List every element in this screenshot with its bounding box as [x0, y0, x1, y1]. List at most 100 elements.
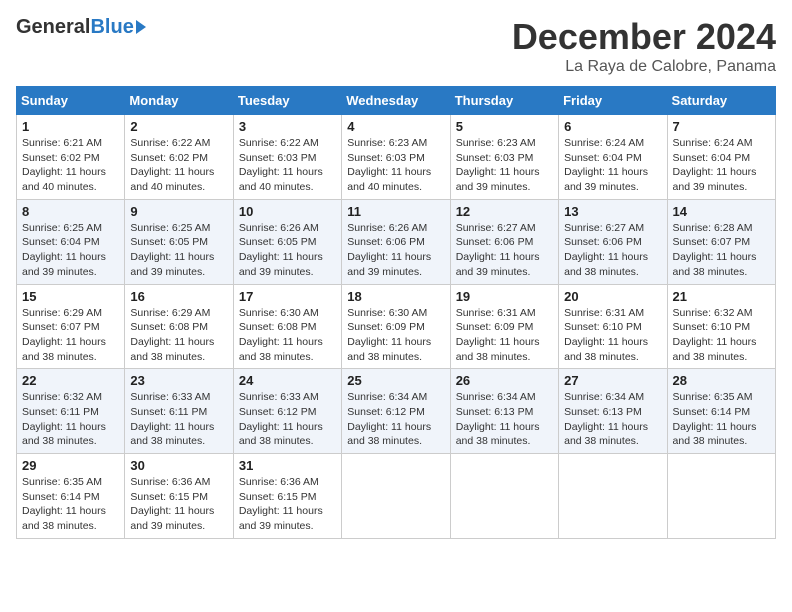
- day-number: 19: [456, 289, 553, 304]
- day-number: 8: [22, 204, 119, 219]
- day-info: Sunrise: 6:25 AMSunset: 6:05 PMDaylight:…: [130, 222, 214, 278]
- day-info: Sunrise: 6:36 AMSunset: 6:15 PMDaylight:…: [130, 476, 214, 532]
- day-number: 23: [130, 373, 227, 388]
- day-cell: 21 Sunrise: 6:32 AMSunset: 6:10 PMDaylig…: [667, 284, 775, 369]
- day-cell: 16 Sunrise: 6:29 AMSunset: 6:08 PMDaylig…: [125, 284, 233, 369]
- day-number: 12: [456, 204, 553, 219]
- day-info: Sunrise: 6:22 AMSunset: 6:02 PMDaylight:…: [130, 137, 214, 193]
- day-info: Sunrise: 6:25 AMSunset: 6:04 PMDaylight:…: [22, 222, 106, 278]
- day-number: 17: [239, 289, 336, 304]
- logo: General Blue: [16, 16, 146, 39]
- day-info: Sunrise: 6:27 AMSunset: 6:06 PMDaylight:…: [456, 222, 540, 278]
- day-cell: 27 Sunrise: 6:34 AMSunset: 6:13 PMDaylig…: [559, 369, 667, 454]
- day-number: 18: [347, 289, 444, 304]
- day-info: Sunrise: 6:34 AMSunset: 6:12 PMDaylight:…: [347, 391, 431, 447]
- day-number: 13: [564, 204, 661, 219]
- day-info: Sunrise: 6:32 AMSunset: 6:11 PMDaylight:…: [22, 391, 106, 447]
- day-info: Sunrise: 6:29 AMSunset: 6:08 PMDaylight:…: [130, 307, 214, 363]
- day-number: 6: [564, 119, 661, 134]
- day-number: 4: [347, 119, 444, 134]
- day-info: Sunrise: 6:31 AMSunset: 6:09 PMDaylight:…: [456, 307, 540, 363]
- day-number: 5: [456, 119, 553, 134]
- day-number: 22: [22, 373, 119, 388]
- day-info: Sunrise: 6:30 AMSunset: 6:09 PMDaylight:…: [347, 307, 431, 363]
- day-number: 9: [130, 204, 227, 219]
- day-cell: 9 Sunrise: 6:25 AMSunset: 6:05 PMDayligh…: [125, 199, 233, 284]
- day-info: Sunrise: 6:21 AMSunset: 6:02 PMDaylight:…: [22, 137, 106, 193]
- day-cell: 26 Sunrise: 6:34 AMSunset: 6:13 PMDaylig…: [450, 369, 558, 454]
- day-cell: [342, 454, 450, 539]
- header-cell-tuesday: Tuesday: [233, 87, 341, 115]
- day-info: Sunrise: 6:23 AMSunset: 6:03 PMDaylight:…: [347, 137, 431, 193]
- calendar-header: SundayMondayTuesdayWednesdayThursdayFrid…: [17, 87, 776, 115]
- day-info: Sunrise: 6:31 AMSunset: 6:10 PMDaylight:…: [564, 307, 648, 363]
- day-info: Sunrise: 6:33 AMSunset: 6:12 PMDaylight:…: [239, 391, 323, 447]
- day-number: 14: [673, 204, 770, 219]
- location: La Raya de Calobre, Panama: [512, 58, 776, 76]
- day-cell: 2 Sunrise: 6:22 AMSunset: 6:02 PMDayligh…: [125, 115, 233, 200]
- day-info: Sunrise: 6:30 AMSunset: 6:08 PMDaylight:…: [239, 307, 323, 363]
- day-number: 29: [22, 458, 119, 473]
- day-cell: 29 Sunrise: 6:35 AMSunset: 6:14 PMDaylig…: [17, 454, 125, 539]
- month-title: December 2024: [512, 16, 776, 58]
- day-cell: 13 Sunrise: 6:27 AMSunset: 6:06 PMDaylig…: [559, 199, 667, 284]
- day-info: Sunrise: 6:33 AMSunset: 6:11 PMDaylight:…: [130, 391, 214, 447]
- header-cell-thursday: Thursday: [450, 87, 558, 115]
- day-info: Sunrise: 6:32 AMSunset: 6:10 PMDaylight:…: [673, 307, 757, 363]
- day-number: 20: [564, 289, 661, 304]
- day-cell: 1 Sunrise: 6:21 AMSunset: 6:02 PMDayligh…: [17, 115, 125, 200]
- header-cell-friday: Friday: [559, 87, 667, 115]
- day-info: Sunrise: 6:26 AMSunset: 6:05 PMDaylight:…: [239, 222, 323, 278]
- week-row-4: 22 Sunrise: 6:32 AMSunset: 6:11 PMDaylig…: [17, 369, 776, 454]
- day-number: 2: [130, 119, 227, 134]
- day-cell: [667, 454, 775, 539]
- day-number: 26: [456, 373, 553, 388]
- day-cell: 5 Sunrise: 6:23 AMSunset: 6:03 PMDayligh…: [450, 115, 558, 200]
- logo-blue: Blue: [90, 16, 133, 39]
- day-cell: 19 Sunrise: 6:31 AMSunset: 6:09 PMDaylig…: [450, 284, 558, 369]
- day-cell: 11 Sunrise: 6:26 AMSunset: 6:06 PMDaylig…: [342, 199, 450, 284]
- day-number: 21: [673, 289, 770, 304]
- week-row-1: 1 Sunrise: 6:21 AMSunset: 6:02 PMDayligh…: [17, 115, 776, 200]
- day-info: Sunrise: 6:34 AMSunset: 6:13 PMDaylight:…: [456, 391, 540, 447]
- day-cell: 8 Sunrise: 6:25 AMSunset: 6:04 PMDayligh…: [17, 199, 125, 284]
- day-number: 16: [130, 289, 227, 304]
- week-row-5: 29 Sunrise: 6:35 AMSunset: 6:14 PMDaylig…: [17, 454, 776, 539]
- day-cell: 4 Sunrise: 6:23 AMSunset: 6:03 PMDayligh…: [342, 115, 450, 200]
- day-cell: 17 Sunrise: 6:30 AMSunset: 6:08 PMDaylig…: [233, 284, 341, 369]
- day-info: Sunrise: 6:35 AMSunset: 6:14 PMDaylight:…: [673, 391, 757, 447]
- day-number: 3: [239, 119, 336, 134]
- day-cell: [559, 454, 667, 539]
- day-cell: 23 Sunrise: 6:33 AMSunset: 6:11 PMDaylig…: [125, 369, 233, 454]
- header-cell-saturday: Saturday: [667, 87, 775, 115]
- logo-general: General: [16, 16, 90, 39]
- day-cell: 28 Sunrise: 6:35 AMSunset: 6:14 PMDaylig…: [667, 369, 775, 454]
- day-info: Sunrise: 6:22 AMSunset: 6:03 PMDaylight:…: [239, 137, 323, 193]
- day-cell: 15 Sunrise: 6:29 AMSunset: 6:07 PMDaylig…: [17, 284, 125, 369]
- day-info: Sunrise: 6:29 AMSunset: 6:07 PMDaylight:…: [22, 307, 106, 363]
- day-info: Sunrise: 6:27 AMSunset: 6:06 PMDaylight:…: [564, 222, 648, 278]
- header-cell-wednesday: Wednesday: [342, 87, 450, 115]
- day-info: Sunrise: 6:24 AMSunset: 6:04 PMDaylight:…: [564, 137, 648, 193]
- calendar-table: SundayMondayTuesdayWednesdayThursdayFrid…: [16, 86, 776, 539]
- day-info: Sunrise: 6:36 AMSunset: 6:15 PMDaylight:…: [239, 476, 323, 532]
- day-number: 10: [239, 204, 336, 219]
- day-cell: 20 Sunrise: 6:31 AMSunset: 6:10 PMDaylig…: [559, 284, 667, 369]
- day-cell: 10 Sunrise: 6:26 AMSunset: 6:05 PMDaylig…: [233, 199, 341, 284]
- day-number: 24: [239, 373, 336, 388]
- calendar-body: 1 Sunrise: 6:21 AMSunset: 6:02 PMDayligh…: [17, 115, 776, 539]
- day-number: 27: [564, 373, 661, 388]
- day-number: 28: [673, 373, 770, 388]
- day-number: 25: [347, 373, 444, 388]
- day-cell: 24 Sunrise: 6:33 AMSunset: 6:12 PMDaylig…: [233, 369, 341, 454]
- header-cell-sunday: Sunday: [17, 87, 125, 115]
- page-header: General Blue December 2024 La Raya de Ca…: [16, 16, 776, 76]
- day-cell: [450, 454, 558, 539]
- day-info: Sunrise: 6:24 AMSunset: 6:04 PMDaylight:…: [673, 137, 757, 193]
- day-number: 31: [239, 458, 336, 473]
- day-cell: 18 Sunrise: 6:30 AMSunset: 6:09 PMDaylig…: [342, 284, 450, 369]
- day-cell: 6 Sunrise: 6:24 AMSunset: 6:04 PMDayligh…: [559, 115, 667, 200]
- header-cell-monday: Monday: [125, 87, 233, 115]
- week-row-3: 15 Sunrise: 6:29 AMSunset: 6:07 PMDaylig…: [17, 284, 776, 369]
- day-number: 30: [130, 458, 227, 473]
